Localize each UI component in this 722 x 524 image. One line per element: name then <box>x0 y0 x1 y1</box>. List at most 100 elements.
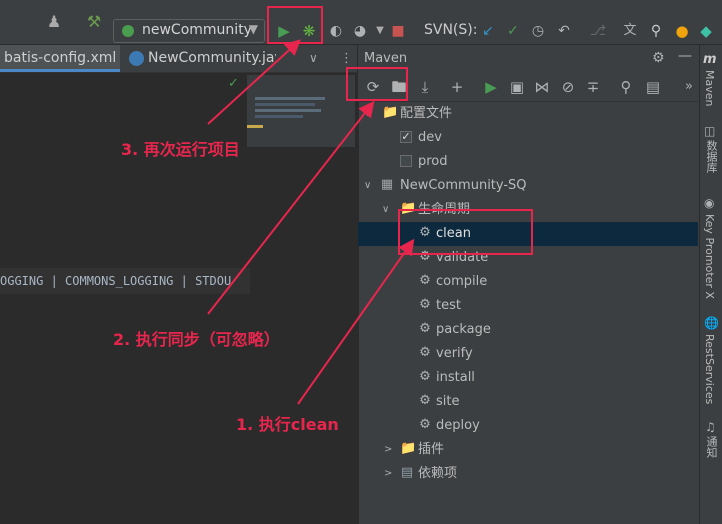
svn-update-icon[interactable]: ↙ <box>478 21 498 41</box>
annotation-box-reload <box>346 67 408 101</box>
goal-label: compile <box>436 274 488 289</box>
profile-row-prod[interactable]: prod <box>358 150 698 174</box>
plugin-logo-icon[interactable]: ◆ <box>696 21 716 41</box>
user-icon[interactable]: ♟ <box>44 12 64 32</box>
minimize-icon[interactable]: — <box>678 48 692 64</box>
profile-icon[interactable]: ◕ <box>350 21 370 41</box>
annotation-step2: 2. 执行同步（可忽略） <box>113 330 280 349</box>
toggle-offline-icon[interactable]: ⋈ <box>533 78 551 96</box>
execute-goal-icon[interactable]: ▣ <box>508 78 526 96</box>
profile-label: prod <box>418 154 448 169</box>
lifecycle-goal-verify[interactable]: ⚙ verify <box>358 342 698 366</box>
tree-node-label: 依赖项 <box>418 466 458 481</box>
maven-m-icon[interactable]: m <box>703 52 717 67</box>
gear-icon: ⚙ <box>419 321 431 336</box>
gear-icon: ⚙ <box>419 393 431 408</box>
build-hammer-icon[interactable]: ⚒ <box>84 12 104 32</box>
svn-commit-icon[interactable]: ✓ <box>503 21 523 41</box>
console-output-line: OGGING | COMMONS_LOGGING | STDOU <box>0 268 250 294</box>
tab-batis-config[interactable]: batis-config.xml <box>0 45 120 72</box>
lifecycle-goal-test[interactable]: ⚙ test <box>358 294 698 318</box>
chevron-down-icon[interactable]: ∨ <box>364 102 371 126</box>
gear-icon: ⚙ <box>419 297 431 312</box>
annotation-step1: 1. 执行clean <box>236 415 339 434</box>
database-icon[interactable]: ◫ <box>704 124 715 138</box>
gear-icon: ⚙ <box>419 273 431 288</box>
java-class-icon <box>129 51 144 66</box>
project-label: NewCommunity-SQ <box>400 178 527 193</box>
collapse-all-icon[interactable]: ∓ <box>584 78 602 96</box>
svn-label: SVN(S): <box>424 22 478 38</box>
lifecycle-goal-package[interactable]: ⚙ package <box>358 318 698 342</box>
chevron-down-icon[interactable]: ∨ <box>382 198 389 222</box>
main-toolbar: ♟ ⚒ newCommunity ▼ ▶ ❋ ◐ ◕ ▼ ■ SVN(S): ↙… <box>0 0 722 45</box>
profile-checkbox-prod[interactable] <box>400 155 412 167</box>
annotation-box-run <box>267 6 323 44</box>
chevron-down-icon[interactable]: ∨ <box>364 174 371 198</box>
more-actions-icon[interactable]: » <box>680 78 698 96</box>
maven-project-icon: ▦ <box>380 177 394 192</box>
profile-label: dev <box>418 130 442 145</box>
skip-tests-icon[interactable]: ⊘ <box>559 78 577 96</box>
lifecycle-goal-compile[interactable]: ⚙ compile <box>358 270 698 294</box>
goal-label: deploy <box>436 418 480 433</box>
coverage-icon[interactable]: ◐ <box>326 21 346 41</box>
goal-label: site <box>436 394 460 409</box>
inspection-ok-icon: ✓ <box>228 76 239 91</box>
tree-node-label: 插件 <box>418 442 445 457</box>
gear-icon: ⚙ <box>419 345 431 360</box>
lifecycle-goal-install[interactable]: ⚙ install <box>358 366 698 390</box>
translate-icon[interactable]: 文 <box>620 21 640 41</box>
stop-icon[interactable]: ■ <box>388 21 408 41</box>
tree-node-profiles[interactable]: ∨ 📁 配置文件 <box>358 102 698 126</box>
strip-tab-maven[interactable]: Maven <box>703 70 716 106</box>
search-icon[interactable]: ⚲ <box>646 21 666 41</box>
tabs-dropdown-icon[interactable]: ∨ <box>309 45 318 72</box>
notification-bell-icon[interactable]: ♫ <box>705 420 716 434</box>
strip-tab-notifications[interactable]: 通知 <box>703 436 719 458</box>
strip-tab-database[interactable]: 数据库 <box>703 140 719 173</box>
show-diagram-icon[interactable]: ▤ <box>644 78 662 96</box>
strip-tab-rest-services[interactable]: RestServices <box>703 334 716 404</box>
tree-node-dependencies[interactable]: > ▤ 依赖项 <box>358 462 698 486</box>
key-promoter-icon[interactable]: ◉ <box>704 196 714 210</box>
run-config-label: newCommunity <box>142 22 252 38</box>
annotation-step3: 3. 再次运行项目 <box>121 140 240 159</box>
add-icon[interactable]: + <box>448 78 466 96</box>
tree-node-label: 配置文件 <box>400 106 453 121</box>
tab-label: NewCommunity.java <box>148 50 276 66</box>
analyze-dependencies-icon[interactable]: ⚲ <box>617 78 635 96</box>
goal-label: test <box>436 298 461 313</box>
update-badge-icon[interactable]: ● <box>672 21 692 41</box>
lifecycle-goal-deploy[interactable]: ⚙ deploy <box>358 414 698 438</box>
vcs-branch-icon[interactable]: ⎇ <box>588 21 608 41</box>
tree-node-project[interactable]: ∨ ▦ NewCommunity-SQ <box>358 174 698 198</box>
strip-tab-key-promoter[interactable]: Key Promoter X <box>703 214 716 299</box>
download-icon[interactable]: ⤓ <box>416 78 434 96</box>
chevron-down-icon: ▼ <box>248 22 258 36</box>
profile-checkbox-dev[interactable]: ✓ <box>400 131 412 143</box>
run-configuration-select[interactable]: newCommunity ▼ <box>113 19 265 43</box>
spring-boot-icon <box>122 25 134 37</box>
revert-icon[interactable]: ↶ <box>554 21 574 41</box>
rest-services-icon[interactable]: 🌐 <box>704 316 719 330</box>
plugins-folder-icon: 📁 <box>400 441 417 456</box>
goal-label: install <box>436 370 475 385</box>
lifecycle-goal-site[interactable]: ⚙ site <box>358 390 698 414</box>
dependencies-icon: ▤ <box>400 465 414 480</box>
more-run-chevron-icon[interactable]: ▼ <box>370 21 390 41</box>
chevron-right-icon[interactable]: > <box>384 438 392 462</box>
tree-node-plugins[interactable]: > 📁 插件 <box>358 438 698 462</box>
chevron-right-icon[interactable]: > <box>384 462 392 486</box>
folder-icon: 📁 <box>382 105 399 120</box>
annotation-box-clean <box>398 209 533 255</box>
code-minimap[interactable] <box>247 75 355 147</box>
run-maven-icon[interactable]: ▶ <box>482 78 500 96</box>
tab-newcommunity-java[interactable]: NewCommunity.java <box>126 45 276 72</box>
maven-panel-title: Maven <box>364 51 408 66</box>
gear-icon[interactable]: ⚙ <box>652 50 665 66</box>
editor-tab-bar: batis-config.xml NewCommunity.java ∨ ⋮ <box>0 45 357 73</box>
maven-header <box>358 45 698 74</box>
history-icon[interactable]: ◷ <box>528 21 548 41</box>
profile-row-dev[interactable]: ✓ dev <box>358 126 698 150</box>
